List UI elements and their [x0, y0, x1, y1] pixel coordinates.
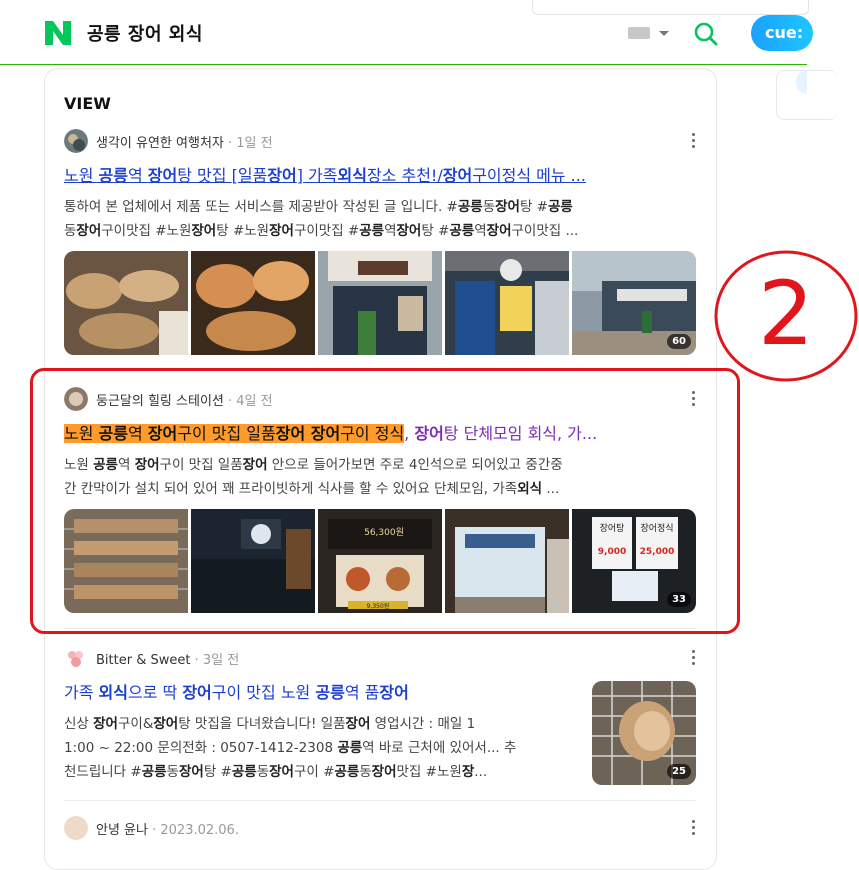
divider [64, 800, 696, 801]
search-icon[interactable] [694, 22, 718, 46]
image-count-badge: 60 [667, 334, 691, 349]
image-strip: 60 [64, 251, 696, 355]
dropdown-popup-edge [532, 0, 809, 15]
post-description: 통하여 본 업체에서 제품 또는 서비스를 제공받아 작성된 글 입니다. #공… [64, 199, 579, 239]
author-row: 안녕 윤나 · 2023.02.06. [64, 816, 696, 840]
cue-button[interactable]: cue: [751, 15, 813, 51]
author-name[interactable]: Bitter & Sweet · 3일 전 [96, 649, 239, 668]
author-name[interactable]: 생각이 유연한 여행처자 · 1일 전 [96, 132, 273, 151]
thumbnail-image[interactable] [64, 251, 188, 355]
section-title: VIEW [64, 94, 111, 113]
author-row: Bitter & Sweet · 3일 전 [64, 646, 696, 670]
avatar[interactable] [64, 646, 88, 670]
avatar[interactable] [64, 816, 88, 840]
author-row: 생각이 유연한 여행처자 · 1일 전 [64, 129, 696, 153]
post-title[interactable]: 가족 외식으로 딱 장어구이 맛집 노원 공릉역 품장어 [64, 682, 584, 704]
thumbnail-image[interactable] [191, 251, 315, 355]
thumbnail-image[interactable]: 25 [592, 681, 696, 785]
author-name[interactable]: 안녕 윤나 · 2023.02.06. [96, 819, 239, 838]
naver-logo-icon[interactable] [45, 21, 71, 45]
chevron-down-icon[interactable] [659, 31, 669, 36]
post-title[interactable]: 노원 공릉역 장어탕 맛집 [일품장어] 가족외식장소 추천!/장어구이정식 메… [64, 165, 696, 187]
svg-text:2: 2 [758, 262, 814, 365]
thumbnail-image[interactable]: 60 [572, 251, 696, 355]
avatar[interactable] [64, 129, 88, 153]
more-options-icon[interactable] [692, 133, 696, 149]
thumbnail-image[interactable] [318, 251, 442, 355]
keyboard-icon[interactable] [628, 27, 650, 39]
thumbnail-image[interactable] [445, 251, 569, 355]
more-options-icon[interactable] [692, 650, 696, 666]
red-highlight-box [30, 368, 740, 634]
image-count-badge: 25 [667, 764, 691, 779]
search-query[interactable]: 공릉 장어 외식 [87, 20, 203, 46]
post-description: 신상 장어구이&장어탕 맛집을 다녀왔습니다! 일품장어 영업시간 : 매일 1… [64, 716, 517, 780]
annotation-number: 2 [714, 250, 858, 382]
